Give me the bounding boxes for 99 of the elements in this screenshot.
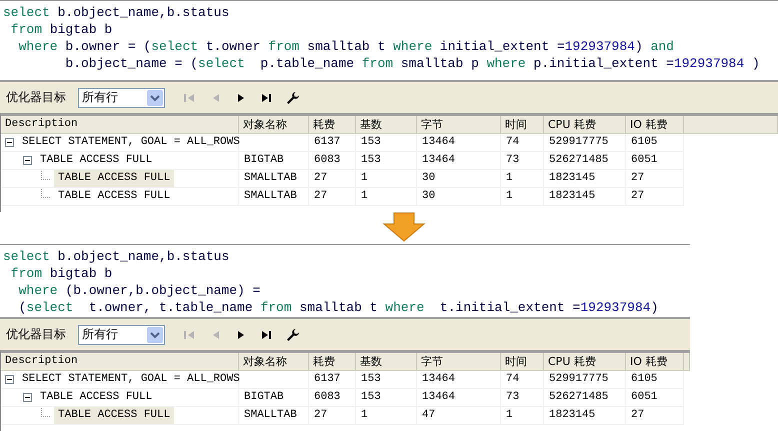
column-header[interactable]: IO 耗费 (626, 116, 684, 133)
optimizer-goal-label: 优化器目标 (6, 89, 66, 106)
column-header[interactable]: 时间 (501, 116, 544, 133)
last-icon (261, 92, 273, 102)
first-icon (183, 330, 195, 340)
code-line: select b.object_name,b.status (3, 4, 230, 21)
table-cell: 6137 (309, 134, 356, 152)
first-icon (183, 92, 195, 102)
caret-icon (147, 90, 163, 106)
tree-connector (41, 408, 50, 416)
collapse-icon[interactable] (5, 375, 14, 384)
table-cell: 27 (626, 188, 684, 206)
code-line: from bigtab b (10, 265, 112, 282)
table-cell: 47 (417, 407, 501, 425)
table-cell: 13464 (417, 389, 501, 407)
table-cell: 1823145 (544, 170, 626, 188)
column-header[interactable]: 字节 (417, 353, 501, 370)
table-cell: 526271485 (544, 389, 626, 407)
down-arrow-icon (382, 212, 426, 242)
column-header[interactable]: 对象名称 (239, 353, 309, 370)
table-cell: 30 (417, 170, 501, 188)
caret-icon (147, 326, 163, 342)
table-cell: 6105 (626, 134, 684, 152)
goal-dropdown[interactable]: 所有行 (78, 88, 165, 108)
column-header[interactable]: Description (1, 116, 239, 133)
table-cell: SMALLTAB (239, 170, 309, 188)
table-cell: 27 (309, 170, 356, 188)
collapse-icon[interactable] (23, 156, 32, 165)
code-line: b.object_name = (select p.table_name from smalltab p where p.initial_extent =192937984 ) (65, 55, 760, 72)
table-cell: 74 (501, 371, 544, 389)
last-icon (261, 330, 273, 340)
table-cell: 526271485 (544, 152, 626, 170)
table-cell: SMALLTAB (239, 188, 309, 206)
table-cell: 1 (356, 188, 417, 206)
code-line: select b.object_name,b.status (3, 248, 230, 265)
table-cell: 27 (309, 407, 356, 425)
table-cell: 6083 (309, 389, 356, 407)
table-cell: 6051 (626, 152, 684, 170)
code-line: where (b.owner,b.object_name) = (18, 282, 260, 299)
code-line: where b.owner = (select t.owner from smalltab t where initial_extent =192937984) and (18, 38, 674, 55)
table-cell: 27 (309, 188, 356, 206)
table-cell: 529917775 (544, 134, 626, 152)
code-line: from bigtab b (10, 21, 112, 38)
table-cell: 153 (356, 389, 417, 407)
table-cell: 6051 (626, 389, 684, 407)
plan-step[interactable]: TABLE ACCESS FULL (36, 389, 156, 406)
table-cell: 74 (501, 134, 544, 152)
goal-dropdown[interactable]: 所有行 (78, 324, 165, 344)
table-cell: 529917775 (544, 371, 626, 389)
table-cell: 27 (626, 170, 684, 188)
table-cell: 1 (356, 407, 417, 425)
table-cell: 73 (501, 152, 544, 170)
column-header[interactable]: 对象名称 (239, 116, 309, 133)
table-cell: 13464 (417, 152, 501, 170)
collapse-icon[interactable] (5, 138, 14, 147)
sql-editor[interactable]: select b.object_name,b.status from bigtab b where (b.owner,b.object_name) = (select t.owner, t.table_name from smalltab t where t.initial_extent =192937984) (0, 244, 690, 317)
table-cell: 1 (356, 170, 417, 188)
table-cell: 153 (356, 134, 417, 152)
plan-step[interactable]: SELECT STATEMENT, GOAL = ALL_ROWS (18, 134, 244, 151)
table-cell: SMALLTAB (239, 407, 309, 425)
table-cell: 73 (501, 389, 544, 407)
column-header[interactable]: 基数 (356, 353, 417, 370)
column-header[interactable]: 基数 (356, 116, 417, 133)
table-cell: BIGTAB (239, 389, 309, 407)
table-cell: 6105 (626, 371, 684, 389)
plan-step[interactable]: TABLE ACCESS FULL (36, 152, 156, 169)
table-cell: 1 (501, 188, 544, 206)
wrench-icon (286, 328, 300, 342)
table-cell: 13464 (417, 134, 501, 152)
plan-step[interactable]: TABLE ACCESS FULL (54, 188, 174, 205)
table-cell: BIGTAB (239, 152, 309, 170)
plan-step[interactable]: SELECT STATEMENT, GOAL = ALL_ROWS (18, 371, 244, 388)
column-header[interactable]: 时间 (501, 353, 544, 370)
column-header[interactable]: CPU 耗费 (544, 353, 626, 370)
code-line: (select t.owner, t.table_name from smalltab t where t.initial_extent =192937984) (18, 299, 658, 316)
column-header[interactable]: Description (1, 353, 239, 370)
table-cell: 30 (417, 188, 501, 206)
table-cell: 13464 (417, 371, 501, 389)
table-cell: 1 (501, 170, 544, 188)
table-cell: 1823145 (544, 407, 626, 425)
table-cell: 153 (356, 152, 417, 170)
table-cell: 153 (356, 371, 417, 389)
next-icon (236, 330, 246, 340)
wrench-icon (286, 90, 300, 104)
column-header[interactable]: 耗费 (309, 116, 356, 133)
optimizer-goal-label: 优化器目标 (6, 326, 66, 343)
table-cell: 27 (626, 407, 684, 425)
table-cell: 1 (501, 407, 544, 425)
plan-step[interactable]: TABLE ACCESS FULL (54, 170, 174, 187)
table-cell: 6083 (309, 152, 356, 170)
plan-step[interactable]: TABLE ACCESS FULL (54, 407, 174, 424)
column-header[interactable]: 耗费 (309, 353, 356, 370)
column-header[interactable]: IO 耗费 (626, 353, 684, 370)
column-header[interactable]: CPU 耗费 (544, 116, 626, 133)
table-cell: 1823145 (544, 188, 626, 206)
next-icon (236, 92, 246, 102)
column-header[interactable]: 字节 (417, 116, 501, 133)
collapse-icon[interactable] (23, 393, 32, 402)
table-cell: 6137 (309, 371, 356, 389)
